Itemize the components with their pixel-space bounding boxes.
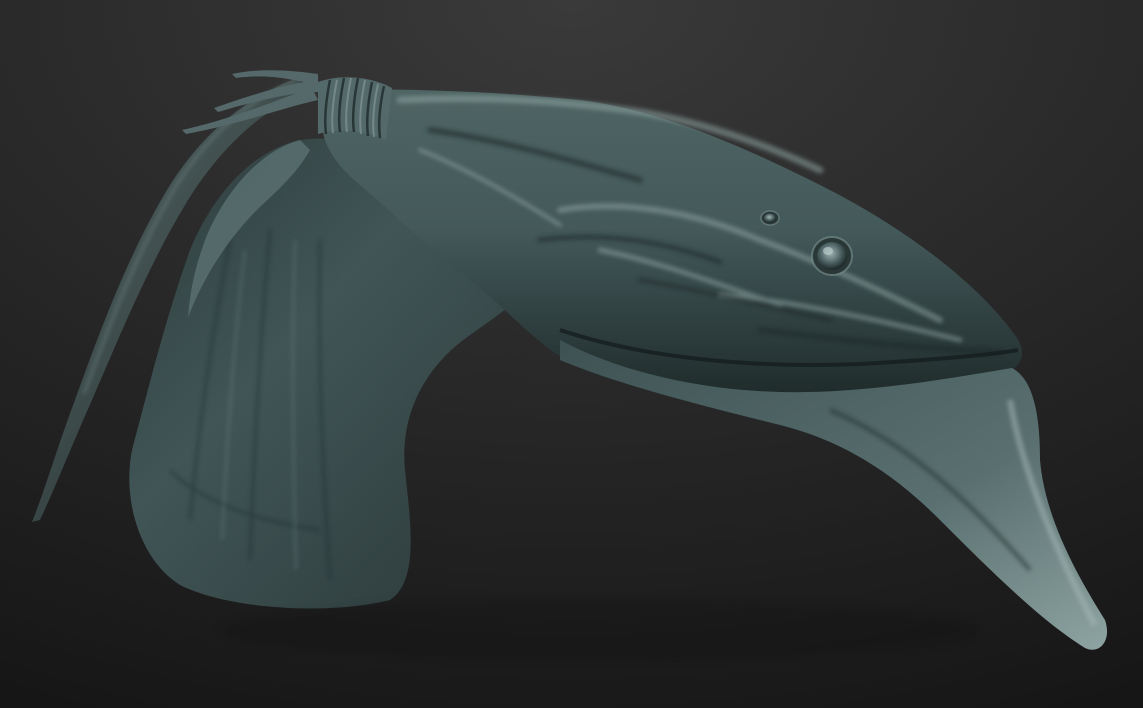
- sculpt-render: [0, 0, 1143, 708]
- eye-small: [760, 210, 780, 226]
- sculpt-viewport[interactable]: [0, 0, 1143, 708]
- eye-large: [811, 236, 853, 276]
- binding-wrap: [318, 77, 392, 140]
